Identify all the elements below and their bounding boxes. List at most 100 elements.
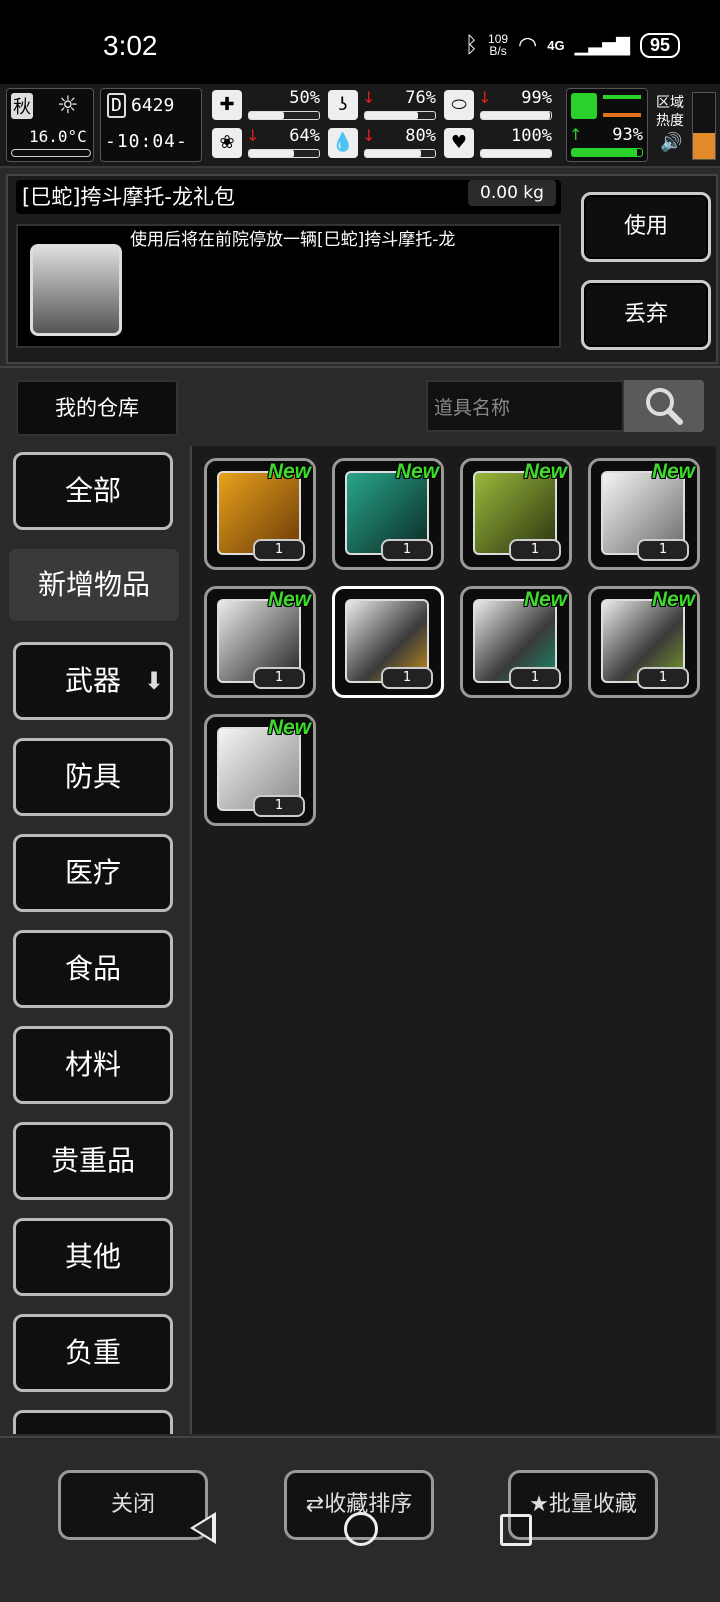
item-quantity: 1 — [253, 667, 305, 689]
home-icon[interactable] — [344, 1512, 378, 1546]
drop-button[interactable]: 丢弃 — [581, 280, 711, 350]
category-label: 材料 — [64, 1048, 121, 1081]
status-icons: ᛒ 109 B/s ◠ 4G ▁▃▅▇ 95 — [465, 32, 680, 58]
new-badge: New — [395, 460, 439, 483]
stat-value: 99% — [521, 88, 552, 108]
category-label: 防具 — [64, 760, 121, 793]
stat-value: 80% — [405, 126, 436, 146]
category-label: 任务 — [65, 1432, 121, 1434]
category-all[interactable]: 全部 — [13, 452, 173, 530]
arrow-down-icon: ↓ — [362, 126, 376, 145]
day-icon: D — [107, 93, 126, 118]
item-slot[interactable]: New 1 — [332, 458, 444, 570]
arrow-up-icon: ↑ — [569, 125, 583, 144]
stamina-value: 93% — [612, 125, 643, 145]
item-detail: [巳蛇]挎斗摩托-龙礼包 0.00 kg 使用后将在前院停放一辆[巳蛇]挎斗摩托… — [6, 174, 718, 364]
item-slot[interactable]: New 1 — [204, 586, 316, 698]
category-armor[interactable]: 防具 — [13, 738, 173, 816]
item-slot[interactable]: New 1 — [204, 458, 316, 570]
status-bar: 3:02 ᛒ 109 B/s ◠ 4G ▁▃▅▇ 95 — [0, 0, 720, 84]
arrow-down-icon: ↓ — [478, 88, 492, 107]
new-badge: New — [267, 716, 311, 739]
arrow-down-icon: ↓ — [246, 126, 260, 145]
stat-health: ⬭ ↓ 99% — [444, 88, 554, 122]
stat-value: 64% — [289, 126, 320, 146]
stat-hunger: ʖ ↓ 76% — [328, 88, 438, 122]
recent-apps-icon[interactable] — [500, 1514, 532, 1546]
stat-bar — [364, 149, 436, 158]
category-label: 食品 — [64, 952, 121, 985]
item-quantity: 1 — [509, 539, 561, 561]
category-quests[interactable]: 任务 — [13, 1410, 173, 1434]
item-slot-selected[interactable]: 1 — [332, 586, 444, 698]
category-new-items[interactable]: 新增物品 — [6, 546, 182, 624]
inventory-panel: [巳蛇]挎斗摩托-龙礼包 0.00 kg 使用后将在前院停放一辆[巳蛇]挎斗摩托… — [0, 168, 720, 1600]
system-nav-bar — [0, 1492, 720, 1600]
signal-label: 4G — [547, 37, 565, 53]
category-label: 武器 — [64, 664, 121, 697]
warehouse-label[interactable]: 我的仓库 — [16, 380, 178, 436]
stat-medical: ✚ 50% — [212, 88, 322, 122]
category-label: 全部 — [64, 474, 121, 507]
pill-icon: ⬭ — [444, 90, 474, 120]
stat-mental: ❀ ↓ 64% — [212, 126, 322, 160]
temperature: 16.0°C — [29, 127, 87, 146]
stat-bar — [248, 149, 320, 158]
heat-label: 热度 — [656, 113, 684, 129]
item-slot[interactable]: New 1 — [588, 458, 700, 570]
category-other[interactable]: 其他 — [13, 1218, 173, 1296]
boot-icon — [571, 93, 597, 119]
season-label: 秋 — [11, 93, 33, 119]
item-quantity: 1 — [637, 539, 689, 561]
item-quantity: 1 — [509, 667, 561, 689]
new-badge: New — [651, 588, 695, 611]
new-badge: New — [651, 460, 695, 483]
category-valuables[interactable]: 贵重品 — [13, 1122, 173, 1200]
item-quantity: 1 — [253, 539, 305, 561]
item-weight: 0.00 kg — [468, 180, 556, 206]
stat-bar — [480, 149, 552, 158]
item-description: 使用后将在前院停放一辆[巳蛇]挎斗摩托-龙 — [130, 230, 456, 250]
category-label: 负重 — [64, 1336, 121, 1369]
stat-thirst: 💧 ↓ 80% — [328, 126, 438, 160]
net-speed-unit: B/s — [489, 44, 507, 58]
arrow-down-icon: ⬇ — [143, 667, 164, 695]
search-button[interactable] — [624, 380, 704, 432]
item-thumbnail — [30, 244, 122, 336]
category-medical[interactable]: 医疗 — [13, 834, 173, 912]
item-quantity: 1 — [381, 539, 433, 561]
signal-icon: ▁▃▅▇ — [574, 34, 630, 55]
category-food[interactable]: 食品 — [13, 930, 173, 1008]
category-weapons[interactable]: 武器 ⬇ — [13, 642, 173, 720]
item-quantity: 1 — [381, 667, 433, 689]
category-materials[interactable]: 材料 — [13, 1026, 173, 1104]
zone-label: 区域 — [656, 95, 684, 111]
item-quantity: 1 — [253, 795, 305, 817]
item-slot[interactable]: New 1 — [460, 458, 572, 570]
use-button[interactable]: 使用 — [581, 192, 711, 262]
new-badge: New — [523, 460, 567, 483]
item-description-box: 使用后将在前院停放一辆[巳蛇]挎斗摩托-龙 — [16, 224, 561, 348]
time-box: D 6429 -10:04- — [100, 88, 202, 162]
new-badge: New — [523, 588, 567, 611]
stomach-icon: ʖ — [328, 90, 358, 120]
speaker-icon[interactable]: 🔊 — [660, 132, 682, 153]
stat-bar — [480, 111, 552, 120]
item-slot[interactable]: New 1 — [204, 714, 316, 826]
stamina-bar — [571, 148, 643, 157]
search-input[interactable]: 道具名称 — [426, 380, 624, 432]
category-load[interactable]: 负重 — [13, 1314, 173, 1392]
zone-heat[interactable]: 区域 热度 🔊 — [652, 92, 718, 162]
clock-time: 3:02 — [103, 30, 158, 61]
stat-bar — [364, 111, 436, 120]
item-slot[interactable]: New 1 — [460, 586, 572, 698]
bluetooth-icon: ᛒ — [464, 32, 479, 57]
battery-icon: 95 — [639, 32, 680, 58]
item-quantity: 1 — [637, 667, 689, 689]
stat-value: 50% — [289, 88, 320, 108]
day-count: 6429 — [131, 95, 175, 116]
category-sidebar: 全部 新增物品 武器 ⬇ 防具 医疗 食品 材料 贵重品 其他 负重 任务 — [6, 446, 186, 1434]
item-slot[interactable]: New 1 — [588, 586, 700, 698]
back-icon[interactable] — [190, 1512, 216, 1544]
category-label: 其他 — [64, 1240, 121, 1273]
